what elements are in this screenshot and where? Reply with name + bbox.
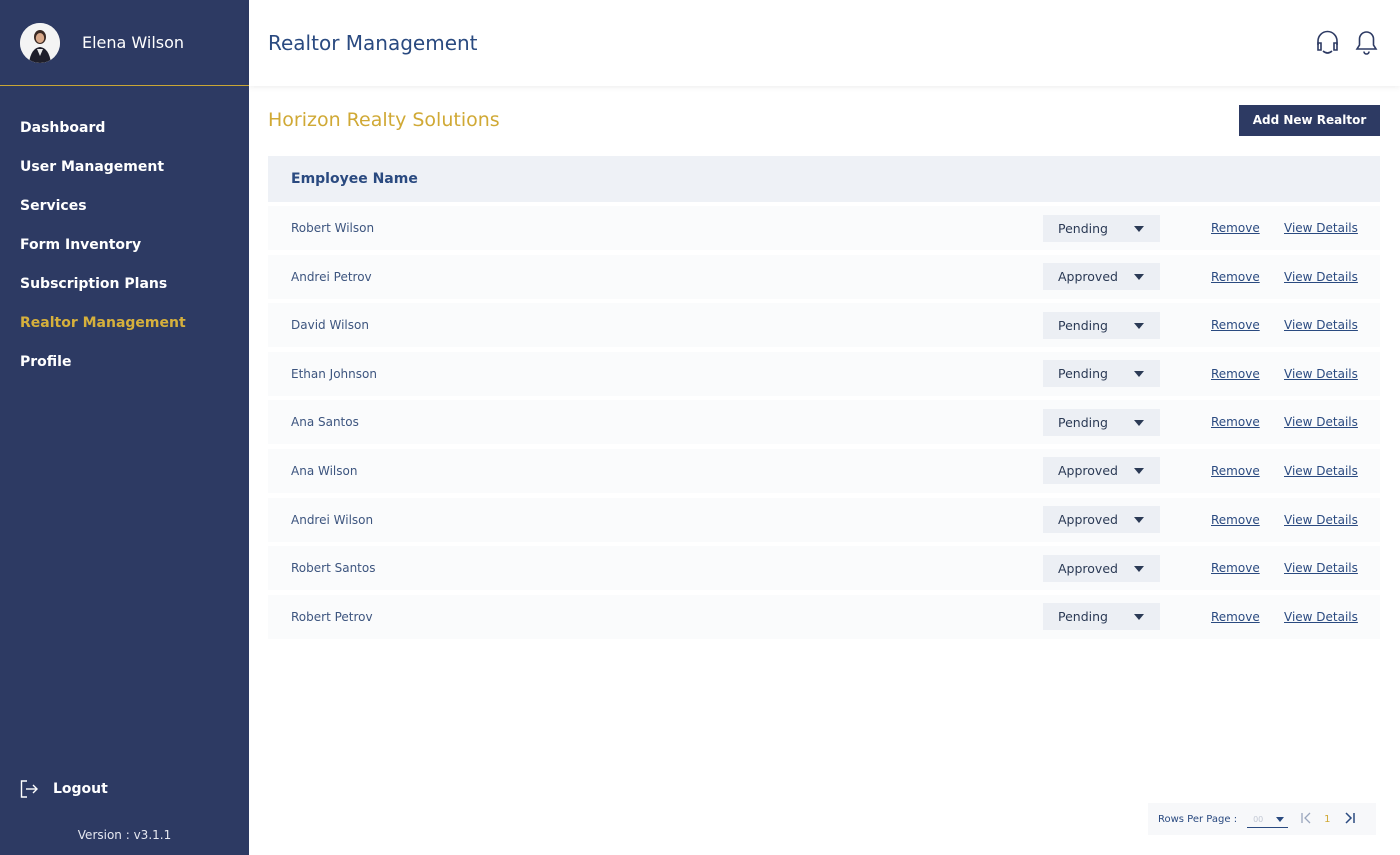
remove-link[interactable]: Remove — [1211, 561, 1260, 575]
pagination-bar: Rows Per Page : 00 1 — [1148, 803, 1376, 835]
employee-name: Andrei Petrov — [291, 269, 372, 284]
status-dropdown[interactable]: Approved — [1043, 457, 1160, 485]
status-value: Approved — [1058, 463, 1118, 479]
status-dropdown[interactable]: Pending — [1043, 360, 1160, 388]
sidebar-item-realtor-management[interactable]: Realtor Management — [0, 303, 249, 342]
table-row: Robert Petrov Pending Remove View Detail… — [268, 594, 1380, 639]
first-page-icon[interactable] — [1300, 812, 1312, 827]
employee-name-header: Employee Name — [291, 171, 418, 187]
status-dropdown[interactable]: Pending — [1043, 214, 1160, 242]
table-row: Ana Wilson Approved Remove View Details — [268, 448, 1380, 493]
chevron-down-icon — [1134, 565, 1144, 572]
version-text: Version : v3.1.1 — [77, 828, 172, 842]
rows-per-page-select[interactable]: 00 — [1247, 811, 1289, 828]
chevron-down-icon — [1134, 371, 1144, 378]
view-details-link[interactable]: View Details — [1284, 367, 1358, 381]
view-details-link[interactable]: View Details — [1284, 415, 1358, 429]
employee-name: Robert Santos — [291, 561, 376, 576]
remove-link[interactable]: Remove — [1211, 221, 1260, 235]
employee-name: Ethan Johnson — [291, 366, 377, 381]
status-value: Pending — [1058, 317, 1108, 333]
remove-link[interactable]: Remove — [1211, 318, 1260, 332]
view-details-link[interactable]: View Details — [1284, 513, 1358, 527]
employee-name: Andrei Wilson — [291, 512, 374, 527]
chevron-down-icon — [1276, 816, 1285, 822]
logout-button[interactable]: Logout — [20, 780, 108, 798]
view-details-link[interactable]: View Details — [1284, 318, 1358, 332]
status-dropdown[interactable]: Approved — [1043, 506, 1160, 534]
remove-link[interactable]: Remove — [1211, 367, 1260, 381]
employee-name: Robert Petrov — [291, 609, 373, 624]
table-row: Andrei Wilson Approved Remove View Detai… — [268, 497, 1380, 542]
main-content: Horizon Realty Solutions Add New Realtor… — [268, 86, 1380, 639]
sidebar-item-services[interactable]: Services — [0, 186, 249, 225]
remove-link[interactable]: Remove — [1211, 270, 1260, 284]
chevron-down-icon — [1134, 468, 1144, 475]
remove-link[interactable]: Remove — [1211, 610, 1260, 624]
sidebar-item-form-inventory[interactable]: Form Inventory — [0, 225, 249, 264]
last-page-icon[interactable] — [1344, 811, 1356, 827]
status-dropdown[interactable]: Approved — [1043, 263, 1160, 291]
logout-label: Logout — [53, 781, 108, 797]
sidebar: Elena Wilson Dashboard User Management S… — [0, 0, 249, 855]
view-details-link[interactable]: View Details — [1284, 464, 1358, 478]
status-value: Approved — [1058, 560, 1118, 576]
remove-link[interactable]: Remove — [1211, 415, 1260, 429]
table-row: Ana Santos Pending Remove View Details — [268, 400, 1380, 445]
status-value: Pending — [1058, 414, 1108, 430]
company-row: Horizon Realty Solutions Add New Realtor — [268, 86, 1380, 154]
company-name: Horizon Realty Solutions — [268, 109, 500, 131]
current-page-number[interactable]: 1 — [1324, 814, 1330, 825]
status-value: Pending — [1058, 609, 1108, 625]
status-value: Approved — [1058, 512, 1118, 528]
user-name: Elena Wilson — [82, 33, 185, 52]
bell-icon[interactable] — [1353, 29, 1380, 56]
top-header: Realtor Management — [249, 0, 1400, 86]
support-chat-icon[interactable] — [1314, 29, 1341, 56]
table-header: Employee Name — [268, 156, 1380, 202]
chevron-down-icon — [1134, 419, 1144, 426]
avatar[interactable] — [20, 22, 60, 63]
status-dropdown[interactable]: Pending — [1043, 603, 1160, 631]
add-new-realtor-button[interactable]: Add New Realtor — [1239, 104, 1380, 136]
profile-header: Elena Wilson — [0, 0, 249, 86]
table-row: Robert Santos Approved Remove View Detai… — [268, 546, 1380, 591]
status-value: Approved — [1058, 269, 1118, 285]
table-row: Andrei Petrov Approved Remove View Detai… — [268, 254, 1380, 299]
chevron-down-icon — [1134, 322, 1144, 329]
table-row: Ethan Johnson Pending Remove View Detail… — [268, 351, 1380, 396]
rows-per-page-value: 00 — [1253, 814, 1264, 824]
rows-per-page-label: Rows Per Page : — [1158, 813, 1238, 825]
status-value: Pending — [1058, 220, 1108, 236]
status-dropdown[interactable]: Pending — [1043, 311, 1160, 339]
view-details-link[interactable]: View Details — [1284, 221, 1358, 235]
page-title: Realtor Management — [268, 31, 478, 55]
chevron-down-icon — [1134, 614, 1144, 621]
chevron-down-icon — [1134, 517, 1144, 524]
remove-link[interactable]: Remove — [1211, 464, 1260, 478]
sidebar-item-user-management[interactable]: User Management — [0, 147, 249, 186]
view-details-link[interactable]: View Details — [1284, 610, 1358, 624]
chevron-down-icon — [1134, 225, 1144, 232]
table-row: Robert Wilson Pending Remove View Detail… — [268, 206, 1380, 250]
sidebar-item-dashboard[interactable]: Dashboard — [0, 108, 249, 147]
header-icons — [1314, 29, 1380, 56]
remove-link[interactable]: Remove — [1211, 513, 1260, 527]
table-row: David Wilson Pending Remove View Details — [268, 303, 1380, 348]
view-details-link[interactable]: View Details — [1284, 270, 1358, 284]
status-value: Pending — [1058, 366, 1108, 382]
employee-name: Ana Wilson — [291, 463, 358, 478]
status-dropdown[interactable]: Pending — [1043, 408, 1160, 436]
realtor-table-body: Robert Wilson Pending Remove View Detail… — [268, 206, 1380, 639]
sidebar-nav: Dashboard User Management Services Form … — [0, 108, 249, 381]
chevron-down-icon — [1134, 274, 1144, 281]
view-details-link[interactable]: View Details — [1284, 561, 1358, 575]
employee-name: Robert Wilson — [291, 221, 375, 235]
status-dropdown[interactable]: Approved — [1043, 554, 1160, 582]
logout-icon — [20, 780, 38, 798]
employee-name: Ana Santos — [291, 415, 359, 430]
employee-name: David Wilson — [291, 318, 369, 333]
sidebar-item-profile[interactable]: Profile — [0, 342, 249, 381]
sidebar-item-subscription-plans[interactable]: Subscription Plans — [0, 264, 249, 303]
